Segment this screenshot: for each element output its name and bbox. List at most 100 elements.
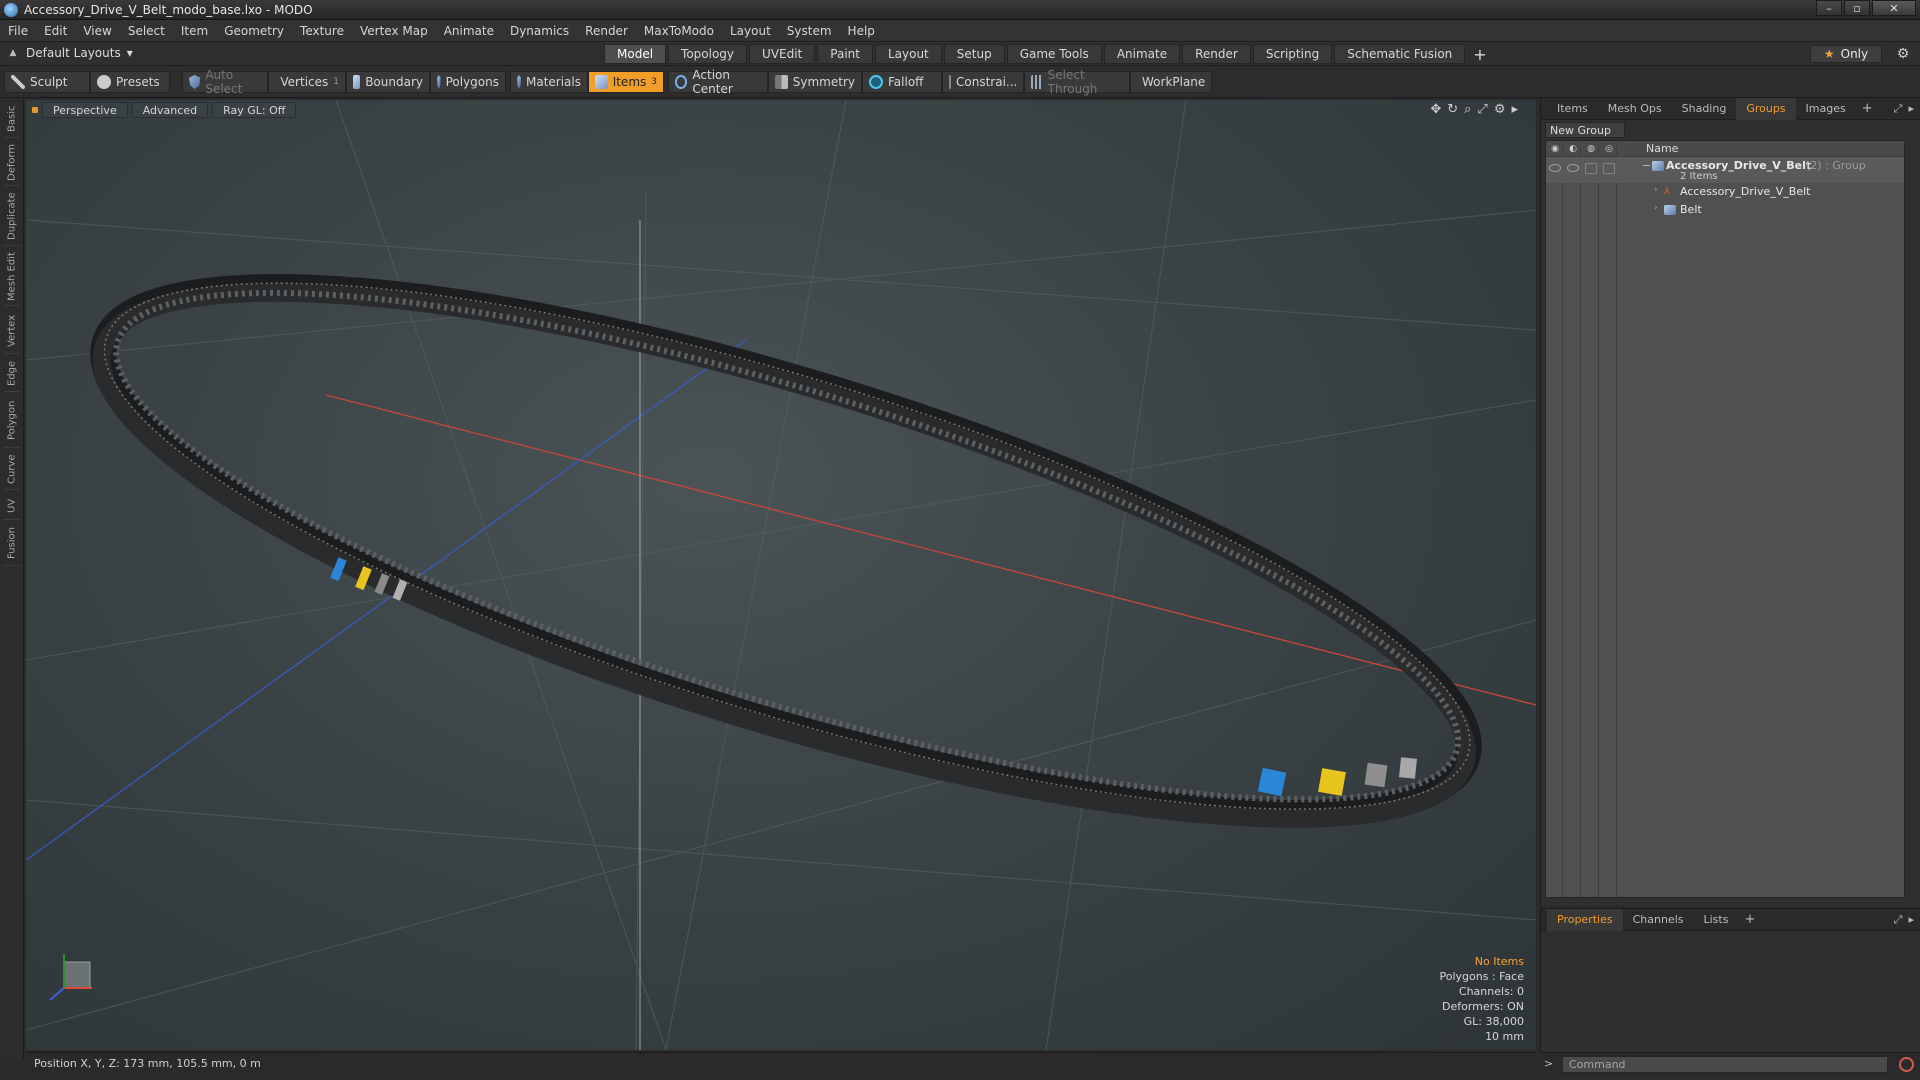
maximize-view-icon[interactable]: ⤢ xyxy=(1477,102,1487,117)
tab-uvedit[interactable]: UVEdit xyxy=(749,44,816,64)
materials-button[interactable]: Materials xyxy=(510,71,588,93)
boundary-icon xyxy=(353,75,361,89)
constrain-button[interactable]: Constrai... xyxy=(942,71,1024,93)
shading-dropdown[interactable]: Advanced xyxy=(131,102,209,118)
tab-paint[interactable]: Paint xyxy=(817,44,873,64)
tab-scripting[interactable]: Scripting xyxy=(1252,44,1333,64)
render-icon[interactable] xyxy=(1567,164,1579,172)
action-center-button[interactable]: Action Center xyxy=(668,68,768,96)
workplane-button[interactable]: WorkPlane xyxy=(1130,71,1212,93)
vertices-button[interactable]: Vertices 1 xyxy=(268,71,346,93)
vtab-vertex[interactable]: Vertex xyxy=(3,308,21,354)
panel-expand-icon[interactable]: ⤢ xyxy=(1894,102,1903,116)
menu-vertex-map[interactable]: Vertex Map xyxy=(352,24,436,38)
items-button[interactable]: Items 3 xyxy=(588,71,664,93)
boundary-button[interactable]: Boundary xyxy=(346,71,430,93)
zoom-icon[interactable]: ⌕ xyxy=(1464,102,1471,117)
menu-render[interactable]: Render xyxy=(577,24,636,38)
minimize-button[interactable]: – xyxy=(1816,0,1842,16)
symmetry-button[interactable]: Symmetry xyxy=(768,71,862,93)
tab-topology[interactable]: Topology xyxy=(668,44,748,64)
command-history-icon[interactable] xyxy=(1899,1057,1914,1072)
vtab-polygon[interactable]: Polygon xyxy=(3,394,21,448)
menu-view[interactable]: View xyxy=(75,24,119,38)
vtab-mesh-edit[interactable]: Mesh Edit xyxy=(3,248,21,306)
visibility-col-icon[interactable]: ◉ xyxy=(1548,143,1562,155)
menu-animate[interactable]: Animate xyxy=(436,24,502,38)
tab-groups[interactable]: Groups xyxy=(1736,97,1796,120)
pan-icon[interactable]: ✥ xyxy=(1430,102,1441,117)
tab-layout[interactable]: Layout xyxy=(874,44,942,64)
only-button[interactable]: ★ Only xyxy=(1810,45,1882,63)
close-button[interactable]: ✕ xyxy=(1872,0,1916,16)
rotate-icon[interactable]: ↻ xyxy=(1447,102,1458,117)
select-toggle[interactable] xyxy=(1603,163,1615,174)
layout-preset-dropdown[interactable]: ▲ Default Layouts ▾ xyxy=(6,46,133,60)
menu-geometry[interactable]: Geometry xyxy=(216,24,292,38)
tab-game-tools[interactable]: Game Tools xyxy=(1006,44,1102,64)
tab-items[interactable]: Items xyxy=(1547,98,1598,120)
sculpt-button[interactable]: Sculpt xyxy=(4,71,90,93)
menu-layout[interactable]: Layout xyxy=(722,24,779,38)
tab-mesh-ops[interactable]: Mesh Ops xyxy=(1598,98,1672,120)
tab-schematic-fusion[interactable]: Schematic Fusion xyxy=(1334,44,1466,64)
lock-col-icon[interactable]: ◍ xyxy=(1584,143,1598,155)
menu-item[interactable]: Item xyxy=(173,24,216,38)
tab-channels[interactable]: Channels xyxy=(1623,909,1694,931)
menu-texture[interactable]: Texture xyxy=(292,24,352,38)
eye-icon[interactable] xyxy=(1549,164,1561,172)
vtab-edge[interactable]: Edge xyxy=(3,356,21,392)
tab-model[interactable]: Model xyxy=(604,44,667,64)
command-input[interactable] xyxy=(1562,1056,1888,1073)
vtab-uv[interactable]: UV xyxy=(3,492,21,520)
tab-render[interactable]: Render xyxy=(1182,44,1251,64)
viewport-expand-icon[interactable]: ▸ xyxy=(1511,102,1518,117)
render-col-icon[interactable]: ◐ xyxy=(1566,143,1580,155)
tab-images[interactable]: Images xyxy=(1796,98,1856,120)
add-panel-tab-button[interactable]: + xyxy=(1856,98,1879,120)
name-column-header[interactable]: Name xyxy=(1646,142,1678,155)
menu-edit[interactable]: Edit xyxy=(36,24,75,38)
vtab-duplicate[interactable]: Duplicate xyxy=(3,188,21,246)
new-group-button[interactable]: New Group xyxy=(1545,122,1625,138)
tab-animate[interactable]: Animate xyxy=(1103,44,1181,64)
vtab-deform[interactable]: Deform xyxy=(3,140,21,186)
viewport-settings-icon[interactable]: ⚙ xyxy=(1494,102,1506,117)
list-item[interactable]: › ⅄ Accessory_Drive_V_Belt xyxy=(1546,183,1904,201)
menu-system[interactable]: System xyxy=(779,24,840,38)
tab-setup[interactable]: Setup xyxy=(943,44,1005,64)
vtab-curve[interactable]: Curve xyxy=(3,450,21,490)
collapse-icon[interactable]: − xyxy=(1642,159,1651,172)
raygl-toggle[interactable]: Ray GL: Off xyxy=(212,102,297,118)
3d-viewport[interactable]: Perspective Advanced Ray GL: Off ✥ ↻ ⌕ ⤢… xyxy=(26,100,1536,1050)
gear-icon[interactable]: ⚙ xyxy=(1894,45,1912,63)
items-count: 3 xyxy=(651,77,657,87)
tab-shading[interactable]: Shading xyxy=(1672,98,1737,120)
falloff-button[interactable]: Falloff xyxy=(862,71,942,93)
vtab-fusion[interactable]: Fusion xyxy=(3,522,21,566)
lock-toggle[interactable] xyxy=(1585,163,1597,174)
tab-lists[interactable]: Lists xyxy=(1694,909,1739,931)
maximize-button[interactable]: ▫ xyxy=(1844,0,1870,16)
presets-button[interactable]: Presets xyxy=(90,71,170,93)
menu-select[interactable]: Select xyxy=(120,24,173,38)
select-through-button[interactable]: Select Through xyxy=(1024,68,1130,96)
add-bottom-tab-button[interactable]: + xyxy=(1738,909,1761,931)
add-tab-button[interactable]: + xyxy=(1467,44,1492,64)
auto-select-button[interactable]: Auto Select xyxy=(182,68,268,96)
select-col-icon[interactable]: ◎ xyxy=(1602,143,1616,155)
polygons-button[interactable]: Polygons xyxy=(430,71,506,93)
menu-file[interactable]: File xyxy=(0,24,36,38)
panel-arrow-icon[interactable]: ▸ xyxy=(1908,913,1914,927)
tab-properties[interactable]: Properties xyxy=(1547,908,1623,931)
menu-help[interactable]: Help xyxy=(840,24,883,38)
group-row[interactable]: − Accessory_Drive_V_Belt (2) : Group 2 I… xyxy=(1546,157,1904,183)
menu-maxtomodo[interactable]: MaxToModo xyxy=(636,24,722,38)
vtab-basic[interactable]: Basic xyxy=(3,100,21,138)
viewport-menu-icon[interactable] xyxy=(32,107,38,113)
panel-arrow-icon[interactable]: ▸ xyxy=(1908,102,1914,116)
menu-dynamics[interactable]: Dynamics xyxy=(502,24,577,38)
panel-expand-icon[interactable]: ⤢ xyxy=(1894,913,1903,927)
view-mode-dropdown[interactable]: Perspective xyxy=(42,102,128,118)
list-item[interactable]: › Belt xyxy=(1546,201,1904,219)
